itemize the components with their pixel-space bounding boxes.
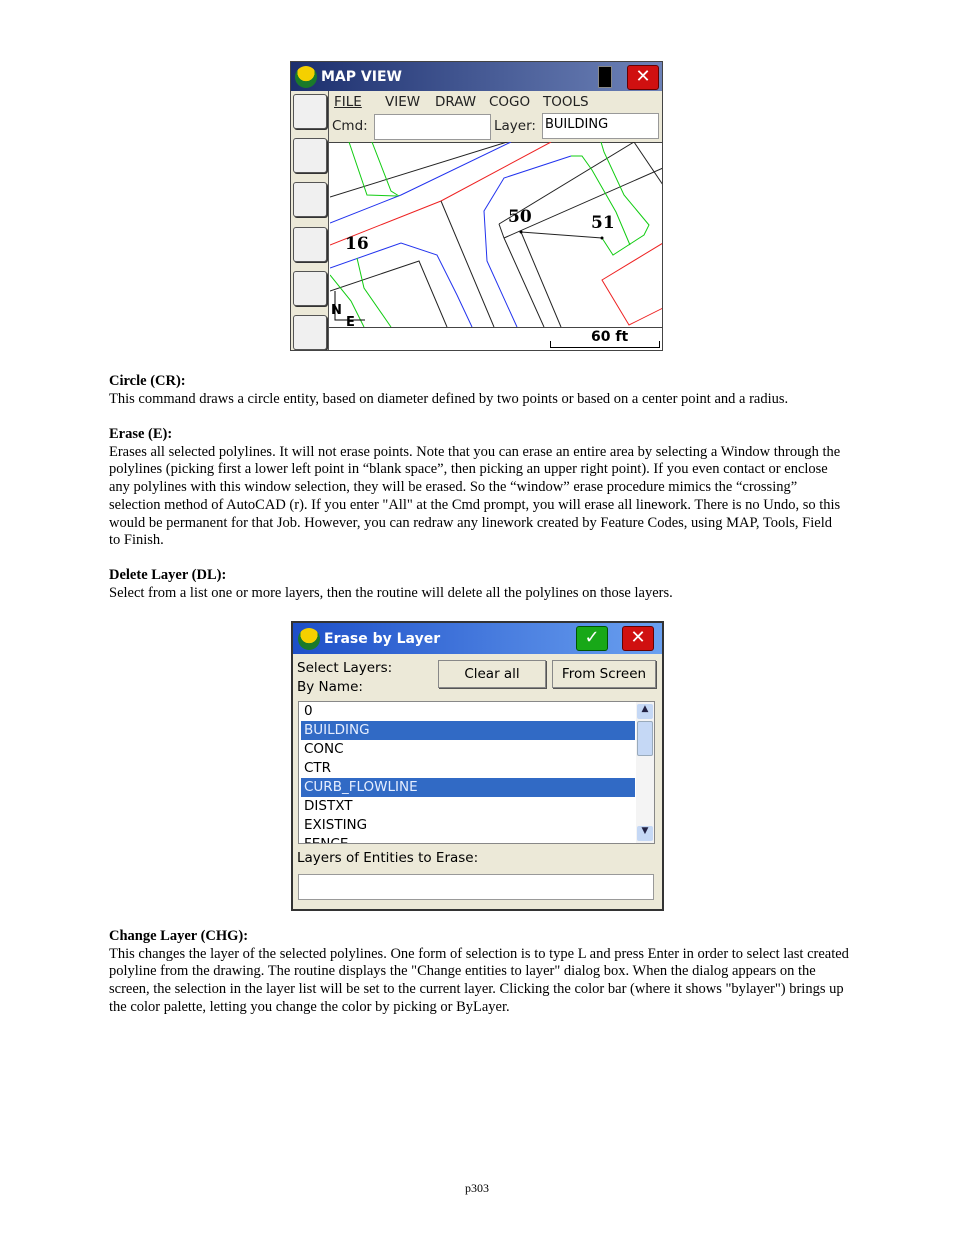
section-circle: Circle (CR): This command draws a circle… — [109, 373, 859, 408]
dialog-titlebar: Erase by Layer ✓ ✕ — [293, 623, 662, 654]
layer-list-item[interactable]: 0 — [301, 702, 635, 721]
window-title: MAP VIEW — [321, 68, 402, 85]
section-heading: Erase (E): — [109, 426, 173, 442]
section-heading: Delete Layer (DL): — [109, 567, 227, 583]
map-view-window: MAP VIEW ✕ FILE VIEW DRAW COGO TOOLS Cmd… — [290, 61, 663, 351]
cmd-label: Cmd: — [332, 118, 368, 134]
zoom-settings-icon[interactable] — [293, 315, 327, 350]
map-line — [440, 200, 495, 327]
menu-bar: FILE VIEW DRAW COGO TOOLS Cmd: Layer: BU… — [329, 91, 662, 143]
east-label: E — [346, 315, 355, 327]
entities-label: Layers of Entities to Erase: — [297, 850, 479, 866]
map-point — [519, 230, 523, 234]
point-label-16: 16 — [345, 234, 369, 254]
dialog-title: Erase by Layer — [324, 630, 441, 647]
layer-list[interactable]: 0 BUILDING CONC CTR CURB_FLOWLINE DISTXT EXIST… — [298, 701, 655, 844]
zoom-extents-icon[interactable] — [293, 94, 327, 129]
clear-all-button[interactable]: Clear all — [438, 660, 546, 688]
map-view-titlebar: MAP VIEW ✕ — [291, 62, 662, 91]
from-screen-button[interactable]: From Screen — [552, 660, 656, 688]
map-line — [601, 243, 662, 326]
layer-list-item[interactable]: BUILDING — [301, 721, 635, 740]
zoom-window-icon[interactable] — [293, 227, 327, 262]
layer-field[interactable]: BUILDING — [542, 113, 659, 139]
map-canvas[interactable]: 16 50 51 N E — [330, 142, 663, 327]
section-heading: Change Layer (CHG): — [109, 928, 249, 944]
menu-draw[interactable]: DRAW — [435, 94, 476, 110]
menu-view[interactable]: VIEW — [385, 94, 420, 110]
north-label: N — [331, 303, 342, 318]
layer-list-item[interactable]: CONC — [301, 740, 635, 759]
layer-list-item[interactable]: CURB_FLOWLINE — [301, 778, 635, 797]
battery-icon — [598, 66, 612, 88]
section-heading: Circle (CR): — [109, 373, 186, 389]
section-body: Select from a list one or more layers, t… — [109, 584, 673, 601]
map-point — [600, 236, 604, 240]
document-page: MAP VIEW ✕ FILE VIEW DRAW COGO TOOLS Cmd… — [0, 0, 954, 1235]
layer-label: Layer: — [494, 118, 536, 134]
section-body: Erases all selected polylines. It will n… — [109, 443, 841, 549]
by-name-label: By Name: — [297, 679, 363, 695]
scroll-up-button[interactable]: ▲ — [637, 704, 653, 719]
scroll-down-button[interactable]: ▼ — [637, 826, 653, 841]
scrollbar[interactable]: ▲ ▼ — [636, 702, 654, 843]
menu-tools[interactable]: TOOLS — [543, 94, 589, 110]
zoom-out-icon[interactable] — [293, 182, 327, 217]
entities-field[interactable] — [298, 874, 654, 900]
menu-file[interactable]: FILE — [334, 94, 362, 110]
scroll-thumb[interactable] — [637, 721, 653, 756]
section-erase: Erase (E): Erases all selected polylines… — [109, 426, 844, 550]
section-change-layer: Change Layer (CHG): This changes the lay… — [109, 928, 854, 1017]
layer-list-item[interactable]: FENCE — [301, 835, 635, 843]
page-number: p303 — [465, 1181, 489, 1195]
section-delete-layer: Delete Layer (DL): Select from a list on… — [109, 567, 859, 602]
layer-list-item[interactable]: DISTXT — [301, 797, 635, 816]
ok-button[interactable]: ✓ — [576, 626, 608, 651]
zoom-in-icon[interactable] — [293, 138, 327, 173]
map-line — [356, 257, 392, 327]
scale-label: 60 ft — [591, 329, 629, 345]
layer-list-item[interactable]: EXISTING — [301, 816, 635, 835]
point-label-51: 51 — [591, 213, 615, 233]
zoom-previous-icon[interactable] — [293, 271, 327, 306]
status-bar: 60 ft — [329, 327, 662, 350]
menu-cogo[interactable]: COGO — [489, 94, 530, 110]
map-line — [520, 231, 603, 239]
map-line — [520, 231, 562, 327]
close-button[interactable]: ✕ — [627, 65, 659, 90]
section-body: This command draws a circle entity, base… — [109, 390, 789, 407]
map-line — [371, 142, 400, 197]
app-logo-icon — [298, 627, 320, 650]
layer-list-item[interactable]: CTR — [301, 759, 635, 778]
app-logo-icon — [295, 65, 317, 88]
cmd-input[interactable] — [374, 114, 491, 140]
map-line — [503, 167, 662, 239]
map-line — [498, 223, 545, 327]
map-line — [330, 142, 508, 198]
map-line — [330, 142, 552, 246]
map-line — [483, 155, 572, 327]
erase-by-layer-dialog: Erase by Layer ✓ ✕ Select Layers: By Nam… — [291, 621, 664, 911]
cancel-button[interactable]: ✕ — [622, 626, 654, 651]
select-layers-label: Select Layers: — [297, 660, 393, 676]
section-body: This changes the layer of the selected p… — [109, 945, 849, 1015]
point-label-50: 50 — [508, 207, 532, 227]
toolbar — [291, 91, 329, 350]
